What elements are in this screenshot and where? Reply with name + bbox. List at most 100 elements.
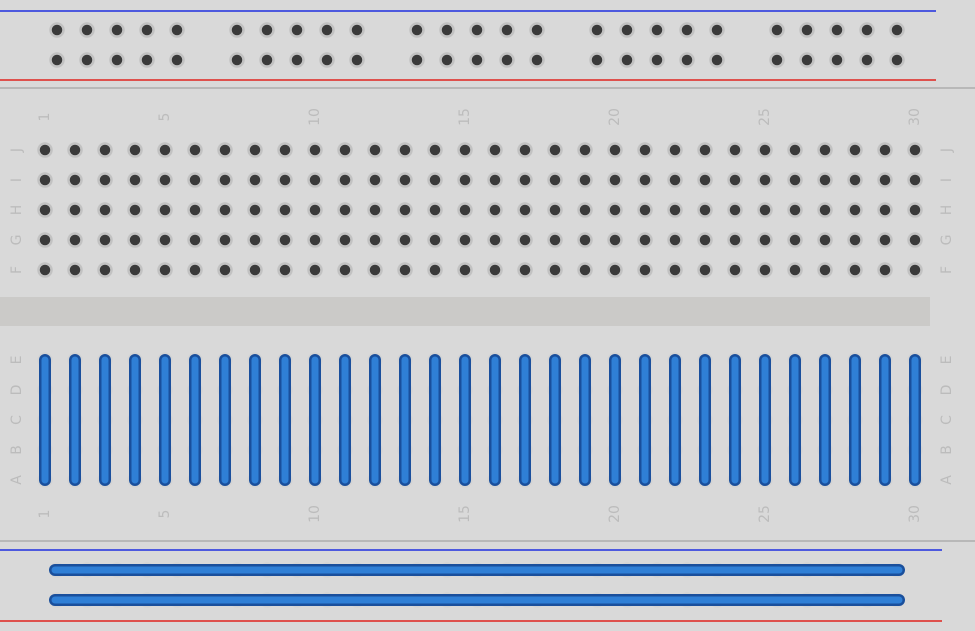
- terminal-hole[interactable]: [517, 202, 533, 218]
- terminal-hole[interactable]: [517, 142, 533, 158]
- terminal-hole[interactable]: [787, 202, 803, 218]
- terminal-hole[interactable]: [547, 142, 563, 158]
- terminal-hole[interactable]: [637, 142, 653, 158]
- terminal-hole[interactable]: [877, 172, 893, 188]
- top-power-rail-hole[interactable]: [499, 52, 515, 68]
- terminal-hole[interactable]: [67, 202, 83, 218]
- terminal-hole[interactable]: [757, 232, 773, 248]
- terminal-hole[interactable]: [367, 172, 383, 188]
- terminal-hole[interactable]: [307, 232, 323, 248]
- top-power-rail-hole[interactable]: [769, 52, 785, 68]
- terminal-hole[interactable]: [457, 172, 473, 188]
- top-power-rail-hole[interactable]: [49, 22, 65, 38]
- terminal-hole[interactable]: [607, 232, 623, 248]
- terminal-hole[interactable]: [457, 262, 473, 278]
- top-power-rail-hole[interactable]: [499, 22, 515, 38]
- top-power-rail-hole[interactable]: [259, 22, 275, 38]
- top-power-rail-hole[interactable]: [469, 22, 485, 38]
- terminal-hole[interactable]: [427, 172, 443, 188]
- terminal-hole[interactable]: [37, 262, 53, 278]
- top-power-rail-hole[interactable]: [619, 52, 635, 68]
- top-power-rail-hole[interactable]: [289, 52, 305, 68]
- terminal-hole[interactable]: [247, 172, 263, 188]
- top-power-rail-hole[interactable]: [829, 22, 845, 38]
- top-power-rail-hole[interactable]: [889, 22, 905, 38]
- terminal-hole[interactable]: [277, 202, 293, 218]
- terminal-hole[interactable]: [157, 232, 173, 248]
- terminal-hole[interactable]: [877, 202, 893, 218]
- terminal-hole[interactable]: [187, 262, 203, 278]
- terminal-hole[interactable]: [277, 172, 293, 188]
- terminal-hole[interactable]: [577, 202, 593, 218]
- terminal-hole[interactable]: [817, 232, 833, 248]
- terminal-hole[interactable]: [427, 262, 443, 278]
- terminal-hole[interactable]: [157, 202, 173, 218]
- terminal-hole[interactable]: [697, 172, 713, 188]
- terminal-hole[interactable]: [907, 262, 923, 278]
- terminal-hole[interactable]: [637, 232, 653, 248]
- top-power-rail-hole[interactable]: [439, 22, 455, 38]
- terminal-hole[interactable]: [697, 202, 713, 218]
- terminal-hole[interactable]: [97, 232, 113, 248]
- terminal-hole[interactable]: [787, 262, 803, 278]
- terminal-hole[interactable]: [37, 202, 53, 218]
- terminal-hole[interactable]: [487, 142, 503, 158]
- terminal-hole[interactable]: [157, 142, 173, 158]
- terminal-hole[interactable]: [217, 172, 233, 188]
- terminal-hole[interactable]: [367, 232, 383, 248]
- terminal-hole[interactable]: [547, 172, 563, 188]
- terminal-hole[interactable]: [37, 232, 53, 248]
- top-power-rail-hole[interactable]: [229, 22, 245, 38]
- terminal-hole[interactable]: [307, 172, 323, 188]
- terminal-hole[interactable]: [397, 232, 413, 248]
- terminal-hole[interactable]: [397, 262, 413, 278]
- terminal-hole[interactable]: [247, 262, 263, 278]
- top-power-rail-hole[interactable]: [649, 52, 665, 68]
- terminal-hole[interactable]: [397, 142, 413, 158]
- top-power-rail-hole[interactable]: [829, 52, 845, 68]
- top-power-rail-hole[interactable]: [679, 22, 695, 38]
- top-power-rail-hole[interactable]: [109, 52, 125, 68]
- terminal-hole[interactable]: [187, 232, 203, 248]
- top-power-rail-hole[interactable]: [349, 22, 365, 38]
- terminal-hole[interactable]: [697, 232, 713, 248]
- terminal-hole[interactable]: [187, 202, 203, 218]
- terminal-hole[interactable]: [787, 172, 803, 188]
- terminal-hole[interactable]: [247, 202, 263, 218]
- terminal-hole[interactable]: [667, 262, 683, 278]
- terminal-hole[interactable]: [127, 202, 143, 218]
- terminal-hole[interactable]: [577, 142, 593, 158]
- terminal-hole[interactable]: [667, 172, 683, 188]
- terminal-hole[interactable]: [487, 232, 503, 248]
- top-power-rail-hole[interactable]: [859, 22, 875, 38]
- terminal-hole[interactable]: [367, 262, 383, 278]
- terminal-hole[interactable]: [847, 232, 863, 248]
- terminal-hole[interactable]: [247, 232, 263, 248]
- terminal-hole[interactable]: [547, 202, 563, 218]
- terminal-hole[interactable]: [607, 142, 623, 158]
- terminal-hole[interactable]: [757, 142, 773, 158]
- terminal-hole[interactable]: [337, 262, 353, 278]
- terminal-hole[interactable]: [817, 172, 833, 188]
- terminal-hole[interactable]: [337, 202, 353, 218]
- terminal-hole[interactable]: [577, 262, 593, 278]
- terminal-hole[interactable]: [127, 172, 143, 188]
- terminal-hole[interactable]: [907, 202, 923, 218]
- terminal-hole[interactable]: [457, 142, 473, 158]
- terminal-hole[interactable]: [817, 142, 833, 158]
- terminal-hole[interactable]: [727, 202, 743, 218]
- terminal-hole[interactable]: [757, 262, 773, 278]
- top-power-rail-hole[interactable]: [49, 52, 65, 68]
- top-power-rail-hole[interactable]: [889, 52, 905, 68]
- terminal-hole[interactable]: [607, 202, 623, 218]
- terminal-hole[interactable]: [307, 262, 323, 278]
- terminal-hole[interactable]: [457, 202, 473, 218]
- top-power-rail-hole[interactable]: [439, 52, 455, 68]
- terminal-hole[interactable]: [757, 202, 773, 218]
- terminal-hole[interactable]: [187, 172, 203, 188]
- terminal-hole[interactable]: [847, 142, 863, 158]
- terminal-hole[interactable]: [367, 202, 383, 218]
- terminal-hole[interactable]: [667, 142, 683, 158]
- terminal-hole[interactable]: [427, 232, 443, 248]
- top-power-rail-hole[interactable]: [589, 52, 605, 68]
